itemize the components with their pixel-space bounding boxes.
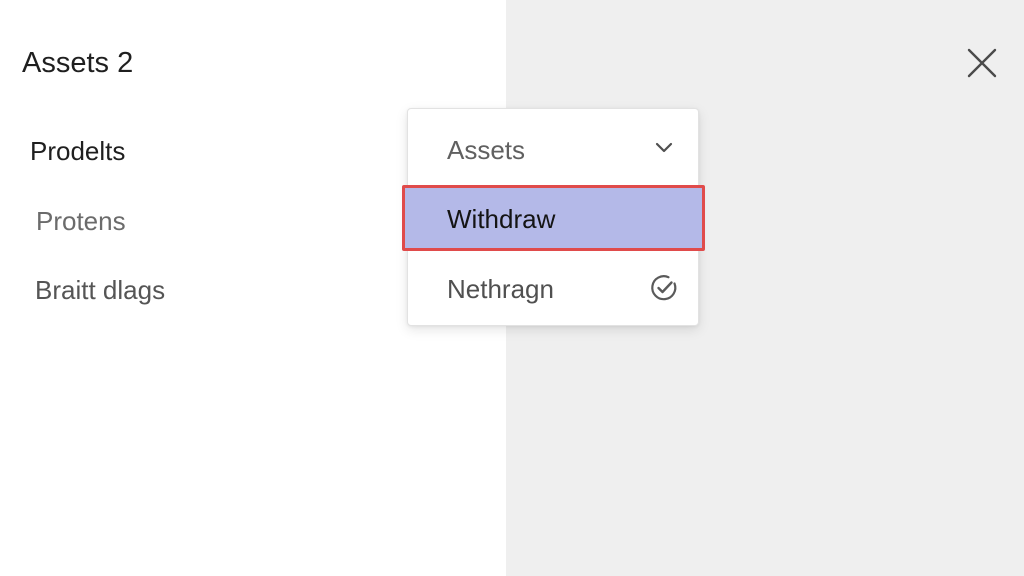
- assets-dropdown: Assets Withdraw Nethragn: [402, 108, 705, 326]
- close-button[interactable]: [962, 43, 1002, 83]
- nav-item-protens[interactable]: Protens: [36, 204, 126, 238]
- chevron-down-icon: [655, 142, 673, 153]
- nav-item-braitt-dlags[interactable]: Braitt dlags: [35, 273, 165, 307]
- option-label-withdraw: Withdraw: [447, 204, 556, 234]
- check-circle-icon: [651, 275, 677, 301]
- dropdown-selected-label: Assets: [447, 135, 526, 165]
- close-icon: [967, 48, 997, 78]
- dropdown-option-nethragn[interactable]: Nethragn: [408, 255, 698, 323]
- panel-title: Assets 2: [22, 47, 134, 79]
- dropdown-option-withdraw[interactable]: Withdraw: [402, 185, 705, 251]
- nav-item-prodelts[interactable]: Prodelts: [30, 134, 125, 168]
- option-label-nethragn: Nethragn: [447, 274, 554, 304]
- dropdown-toggle[interactable]: Assets: [408, 109, 698, 187]
- screen: Assets 2 Prodelts Protens Braitt dlags A…: [0, 0, 1024, 576]
